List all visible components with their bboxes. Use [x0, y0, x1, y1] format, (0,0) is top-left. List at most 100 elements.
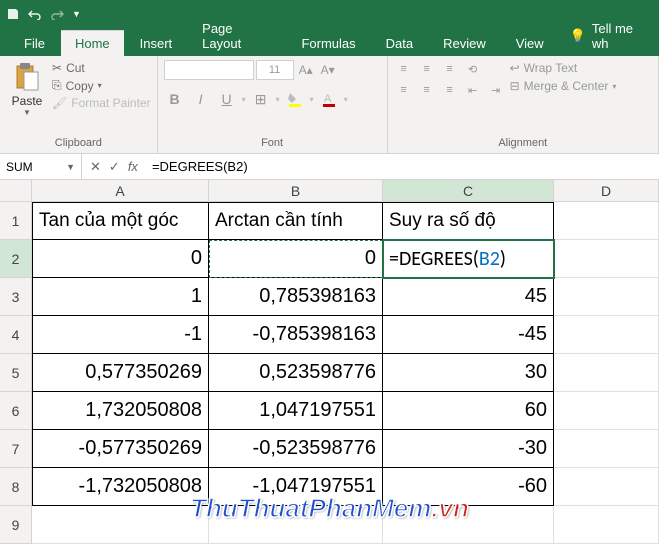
- tab-review[interactable]: Review: [429, 31, 500, 56]
- cell-formula-suffix: ): [500, 247, 506, 271]
- col-header-B[interactable]: B: [209, 180, 383, 201]
- cell-C2[interactable]: =DEGREES(B2): [383, 240, 554, 278]
- row-header-6[interactable]: 6: [0, 392, 32, 430]
- name-box[interactable]: ▼: [0, 154, 82, 179]
- table-row: 8 -1,732050808 -1,047197551 -60: [0, 468, 659, 506]
- col-header-C[interactable]: C: [383, 180, 554, 201]
- cell-D7[interactable]: [554, 430, 659, 468]
- cell-D5[interactable]: [554, 354, 659, 392]
- fill-color-button[interactable]: [284, 88, 306, 110]
- cell-A2[interactable]: 0: [32, 240, 209, 278]
- cell-A1[interactable]: Tan của một góc: [32, 202, 209, 240]
- cell-A3[interactable]: 1: [32, 278, 209, 316]
- align-bottom-icon[interactable]: ≡: [440, 60, 460, 78]
- cell-A7[interactable]: -0,577350269: [32, 430, 209, 468]
- bold-button[interactable]: B: [164, 88, 186, 110]
- cancel-formula-icon[interactable]: ✕: [90, 159, 101, 175]
- qat-dropdown-icon[interactable]: ▼: [72, 9, 81, 19]
- orientation-icon[interactable]: ⟲: [463, 60, 483, 78]
- cell-D4[interactable]: [554, 316, 659, 354]
- wrap-text-button[interactable]: ↩ Wrap Text: [510, 60, 617, 76]
- format-painter-button[interactable]: 🖌 Format Painter: [52, 95, 151, 111]
- cell-C8[interactable]: -60: [383, 468, 554, 506]
- copy-button[interactable]: ⎘ Copy ▾: [52, 77, 151, 94]
- cell-B1[interactable]: Arctan cần tính: [209, 202, 383, 240]
- row-header-5[interactable]: 5: [0, 354, 32, 392]
- border-button[interactable]: ⊞: [250, 88, 272, 110]
- cell-B9[interactable]: [209, 506, 383, 544]
- align-center-icon[interactable]: ≡: [417, 81, 437, 99]
- merge-center-button[interactable]: ⊟ Merge & Center ▾: [510, 78, 617, 94]
- cell-A5[interactable]: 0,577350269: [32, 354, 209, 392]
- cell-A6[interactable]: 1,732050808: [32, 392, 209, 430]
- cell-C6[interactable]: 60: [383, 392, 554, 430]
- tab-view[interactable]: View: [502, 31, 558, 56]
- col-header-A[interactable]: A: [32, 180, 209, 201]
- decrease-font-icon[interactable]: A▾: [318, 60, 338, 80]
- cell-D1[interactable]: [554, 202, 659, 240]
- cell-A8[interactable]: -1,732050808: [32, 468, 209, 506]
- font-name-input[interactable]: [164, 60, 254, 80]
- cut-button[interactable]: ✂ Cut: [52, 60, 151, 76]
- cell-B6[interactable]: 1,047197551: [209, 392, 383, 430]
- tab-insert[interactable]: Insert: [126, 31, 187, 56]
- tab-home[interactable]: Home: [61, 30, 124, 56]
- cell-A4[interactable]: -1: [32, 316, 209, 354]
- cell-D6[interactable]: [554, 392, 659, 430]
- row-header-7[interactable]: 7: [0, 430, 32, 468]
- tab-page-layout[interactable]: Page Layout: [188, 16, 285, 56]
- cell-D3[interactable]: [554, 278, 659, 316]
- enter-formula-icon[interactable]: ✓: [109, 159, 120, 175]
- cell-B8[interactable]: -1,047197551: [209, 468, 383, 506]
- select-all-corner[interactable]: [0, 180, 32, 201]
- fx-icon[interactable]: fx: [128, 159, 138, 174]
- paste-button[interactable]: Paste ▼: [6, 60, 48, 135]
- row-header-2[interactable]: 2: [0, 240, 32, 278]
- worksheet-grid[interactable]: A B C D 1 Tan của một góc Arctan cần tín…: [0, 180, 659, 544]
- redo-icon[interactable]: [50, 8, 64, 20]
- tell-me[interactable]: 💡 Tell me wh: [560, 16, 659, 56]
- row-header-4[interactable]: 4: [0, 316, 32, 354]
- tab-formulas[interactable]: Formulas: [287, 31, 369, 56]
- cell-D8[interactable]: [554, 468, 659, 506]
- font-size-input[interactable]: [256, 60, 294, 80]
- increase-font-icon[interactable]: A▴: [296, 60, 316, 80]
- tab-data[interactable]: Data: [372, 31, 427, 56]
- cell-D9[interactable]: [554, 506, 659, 544]
- align-middle-icon[interactable]: ≡: [417, 60, 437, 78]
- row-header-8[interactable]: 8: [0, 468, 32, 506]
- cell-C5[interactable]: 30: [383, 354, 554, 392]
- formula-bar-input[interactable]: [146, 159, 659, 174]
- cell-B7[interactable]: -0,523598776: [209, 430, 383, 468]
- increase-indent-icon[interactable]: ⇥: [486, 81, 506, 99]
- cell-B4[interactable]: -0,785398163: [209, 316, 383, 354]
- name-box-input[interactable]: [6, 160, 66, 174]
- cell-A9[interactable]: [32, 506, 209, 544]
- undo-icon[interactable]: [28, 8, 42, 20]
- row-header-3[interactable]: 3: [0, 278, 32, 316]
- cell-B2[interactable]: 0: [209, 240, 383, 278]
- cell-C1[interactable]: Suy ra số độ: [383, 202, 554, 240]
- cell-C9[interactable]: [383, 506, 554, 544]
- row-header-9[interactable]: 9: [0, 506, 32, 544]
- row-header-1[interactable]: 1: [0, 202, 32, 240]
- cell-C4[interactable]: -45: [383, 316, 554, 354]
- cell-D2[interactable]: [554, 240, 659, 278]
- copy-label: Copy: [66, 79, 94, 93]
- cell-B3[interactable]: 0,785398163: [209, 278, 383, 316]
- align-left-icon[interactable]: ≡: [394, 81, 414, 99]
- font-color-button[interactable]: A: [318, 88, 340, 110]
- cell-C7[interactable]: -30: [383, 430, 554, 468]
- decrease-indent-icon[interactable]: ⇤: [463, 81, 483, 99]
- cell-C3[interactable]: 45: [383, 278, 554, 316]
- painter-label: Format Painter: [71, 96, 150, 110]
- italic-button[interactable]: I: [190, 88, 212, 110]
- table-row: 9: [0, 506, 659, 544]
- cell-B5[interactable]: 0,523598776: [209, 354, 383, 392]
- align-right-icon[interactable]: ≡: [440, 81, 460, 99]
- align-top-icon[interactable]: ≡: [394, 60, 414, 78]
- tab-file[interactable]: File: [10, 31, 59, 56]
- save-icon[interactable]: [6, 7, 20, 21]
- col-header-D[interactable]: D: [554, 180, 659, 201]
- underline-button[interactable]: U: [216, 88, 238, 110]
